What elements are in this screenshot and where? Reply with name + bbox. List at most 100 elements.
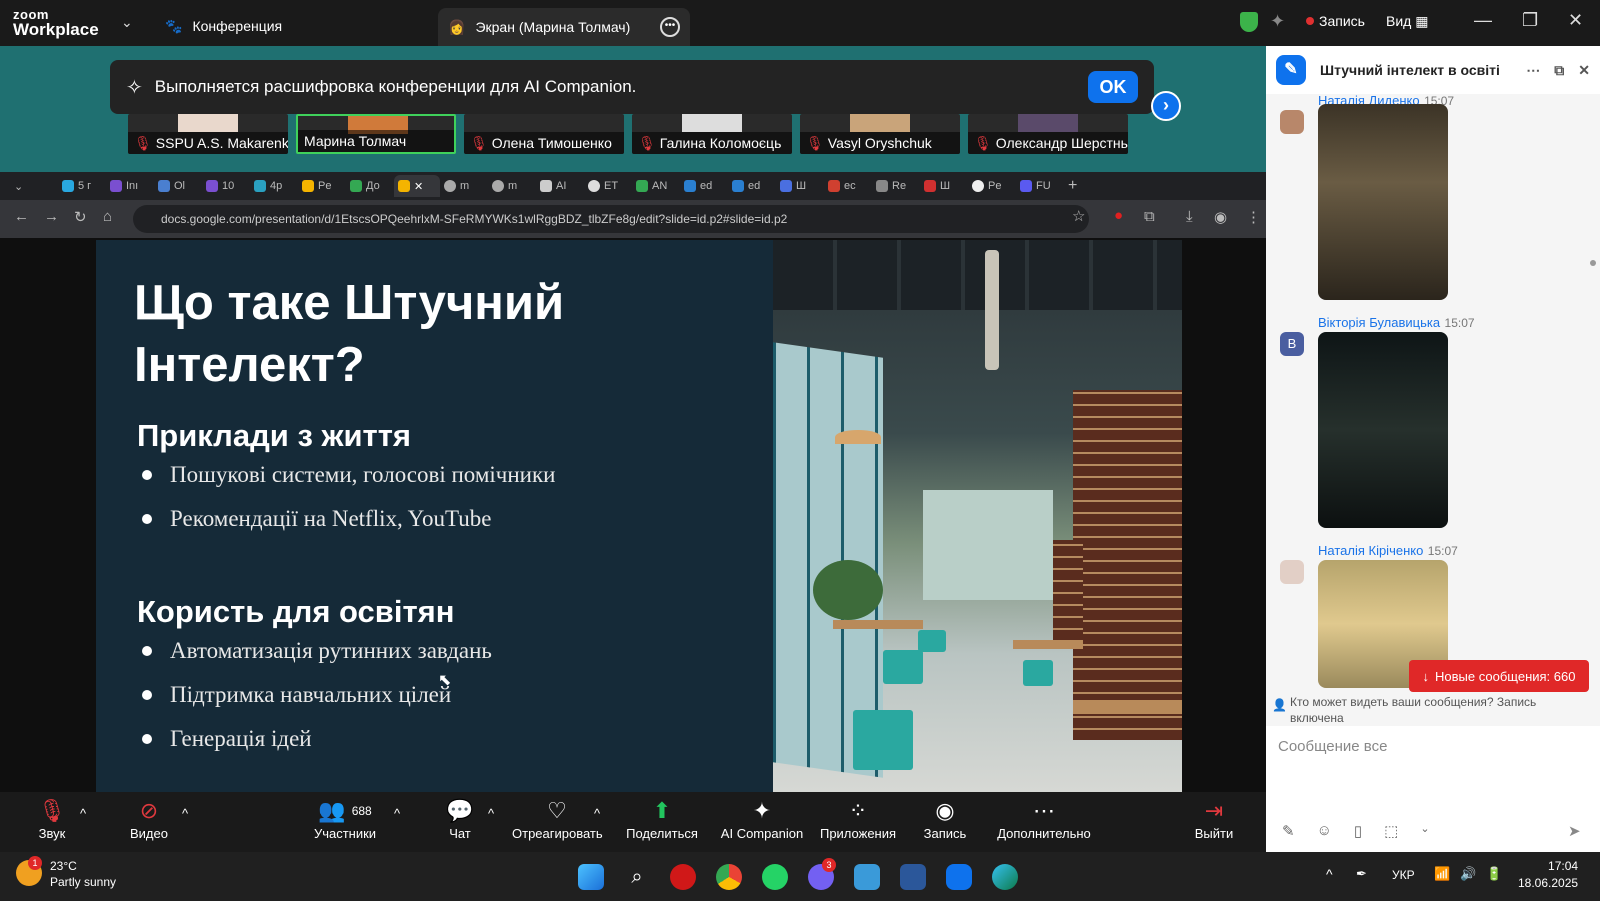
- chrome-icon[interactable]: [716, 864, 742, 890]
- new-messages-button[interactable]: ↓ Новые сообщения: 660: [1409, 660, 1589, 692]
- audio-options-chevron-icon[interactable]: ^: [80, 806, 86, 821]
- restore-icon[interactable]: ❐: [1522, 10, 1538, 31]
- record-button[interactable]: ◉ Запись: [920, 796, 970, 841]
- download-icon[interactable]: ⤓: [1186, 208, 1193, 225]
- notice-ok-button[interactable]: OK: [1088, 71, 1138, 103]
- shared-image[interactable]: [1318, 104, 1448, 300]
- opera-icon[interactable]: [670, 864, 696, 890]
- leave-button[interactable]: ⇥ Выйти: [1192, 796, 1236, 841]
- tab-conference[interactable]: 🐾 Конференция: [165, 8, 282, 44]
- battery-icon[interactable]: 🔋: [1486, 866, 1502, 882]
- url-input[interactable]: docs.google.com/presentation/d/1EtscsOPQ…: [133, 205, 1089, 233]
- ai-companion-button[interactable]: ✦ AI Companion: [720, 796, 804, 841]
- ai-sparkle-icon[interactable]: ✦: [1270, 11, 1285, 32]
- browser-tab[interactable]: ed: [680, 175, 728, 197]
- tab-screen-share[interactable]: 👩 Экран (Марина Толмач) •••: [438, 8, 690, 46]
- browser-tab[interactable]: 10: [202, 175, 250, 197]
- security-shield-icon[interactable]: [1240, 12, 1258, 32]
- chat-button[interactable]: 💬 Чат: [440, 796, 480, 841]
- audio-button[interactable]: 🎙 Звук: [30, 796, 74, 841]
- next-page-button[interactable]: ›: [1151, 91, 1181, 121]
- participant-thumbnail[interactable]: 🎙 Vasyl Oryshchuk: [800, 114, 960, 154]
- share-button[interactable]: ⬆ Поделиться: [626, 796, 698, 841]
- emoji-icon[interactable]: ☺: [1317, 822, 1332, 840]
- browser-tab[interactable]: FU: [1016, 175, 1064, 197]
- send-icon[interactable]: ➤: [1568, 822, 1581, 840]
- start-icon[interactable]: [578, 864, 604, 890]
- word-icon[interactable]: [900, 864, 926, 890]
- format-icon[interactable]: ✎: [1282, 822, 1295, 840]
- opera-extension-icon[interactable]: ●: [1114, 207, 1123, 224]
- pen-icon[interactable]: ✒: [1356, 866, 1367, 882]
- apps-button[interactable]: ⁘ Приложения: [818, 796, 898, 841]
- browser-tab[interactable]: 4p: [250, 175, 298, 197]
- participant-thumbnail[interactable]: 🎙 Олена Тимошенко: [464, 114, 624, 154]
- participant-thumbnail-active[interactable]: Марина Толмач: [296, 114, 456, 154]
- profile-avatar[interactable]: ◉: [1214, 208, 1227, 226]
- visibility-notice[interactable]: Кто может видеть ваши сообщения? Запись …: [1290, 694, 1590, 726]
- minimize-icon[interactable]: —: [1474, 10, 1492, 31]
- video-options-chevron-icon[interactable]: ^: [182, 806, 188, 821]
- browser-tab[interactable]: Inı: [106, 175, 154, 197]
- close-icon[interactable]: ✕: [1578, 62, 1590, 79]
- browser-tab[interactable]: Pe: [298, 175, 346, 197]
- more-options-icon[interactable]: •••: [660, 17, 680, 37]
- shared-image[interactable]: [1318, 332, 1448, 528]
- browser-tab[interactable]: AI: [536, 175, 584, 197]
- browser-tab[interactable]: ed: [728, 175, 776, 197]
- bookmark-star-icon[interactable]: ☆: [1072, 207, 1085, 225]
- weather-widget[interactable]: 23°C Partly sunny: [50, 858, 116, 890]
- forward-icon[interactable]: →: [44, 208, 59, 225]
- browser-tab[interactable]: Ol: [154, 175, 202, 197]
- reload-icon[interactable]: ↻: [74, 208, 87, 226]
- photos-icon[interactable]: [854, 864, 880, 890]
- browser-tab[interactable]: ec: [824, 175, 872, 197]
- extensions-icon[interactable]: ⧉: [1144, 208, 1155, 225]
- whatsapp-icon[interactable]: [762, 864, 788, 890]
- react-button[interactable]: ♡ Отреагировать: [512, 796, 603, 841]
- browser-tab[interactable]: Ш: [920, 175, 968, 197]
- tray-chevron-icon[interactable]: ^: [1326, 866, 1333, 882]
- search-icon[interactable]: ⌕: [624, 864, 650, 890]
- chevron-down-icon[interactable]: ⌄: [121, 14, 133, 31]
- participant-thumbnail[interactable]: 🎙 Галина Коломоєць: [632, 114, 792, 154]
- edge-icon[interactable]: [992, 864, 1018, 890]
- file-icon[interactable]: ▯: [1354, 822, 1362, 840]
- more-options-icon[interactable]: ⋯: [1526, 62, 1540, 79]
- popout-icon[interactable]: ⧉: [1554, 62, 1564, 79]
- participants-button[interactable]: 👥 688 Участники: [310, 796, 380, 841]
- recording-indicator[interactable]: Запись: [1306, 13, 1365, 29]
- screenshot-icon[interactable]: ⬚: [1384, 822, 1398, 840]
- video-button[interactable]: ⊘ Видео: [124, 796, 174, 841]
- browser-tab[interactable]: 5 г: [58, 175, 106, 197]
- browser-tab[interactable]: Pe: [968, 175, 1016, 197]
- browser-tab[interactable]: m: [440, 175, 488, 197]
- view-button[interactable]: Вид ▦: [1386, 13, 1428, 30]
- browser-tab[interactable]: ET: [584, 175, 632, 197]
- browser-tab[interactable]: Re: [872, 175, 920, 197]
- react-options-chevron-icon[interactable]: ^: [594, 806, 600, 821]
- sender-name[interactable]: Наталія Кіріченко: [1318, 543, 1423, 558]
- browser-tab[interactable]: До: [346, 175, 394, 197]
- participant-thumbnail[interactable]: 🎙Олександр Шерстньов: [968, 114, 1128, 154]
- close-icon[interactable]: ✕: [1568, 10, 1583, 31]
- tab-list-icon[interactable]: ⌄: [10, 175, 58, 197]
- browser-menu-icon[interactable]: ⋮: [1246, 208, 1261, 226]
- chat-options-chevron-icon[interactable]: ^: [488, 806, 494, 821]
- scrollbar-thumb[interactable]: [1590, 260, 1596, 266]
- language-indicator[interactable]: УКР: [1392, 868, 1415, 882]
- browser-tab[interactable]: m: [488, 175, 536, 197]
- zoom-app-icon[interactable]: [946, 864, 972, 890]
- tab-close-icon[interactable]: ✕: [414, 180, 423, 193]
- system-clock[interactable]: 17:04 18.06.2025: [1518, 858, 1578, 892]
- wifi-icon[interactable]: 📶: [1434, 866, 1450, 882]
- sender-name[interactable]: Вікторія Булавицька: [1318, 315, 1440, 330]
- home-icon[interactable]: ⌂: [103, 208, 112, 225]
- compose-icon[interactable]: ✎: [1276, 55, 1306, 85]
- volume-icon[interactable]: 🔊: [1460, 866, 1476, 882]
- browser-tab[interactable]: AN: [632, 175, 680, 197]
- browser-tab[interactable]: Ш: [776, 175, 824, 197]
- chevron-down-icon[interactable]: ⌄: [1420, 822, 1429, 840]
- new-tab-icon[interactable]: +: [1064, 175, 1088, 197]
- back-icon[interactable]: ←: [14, 208, 29, 225]
